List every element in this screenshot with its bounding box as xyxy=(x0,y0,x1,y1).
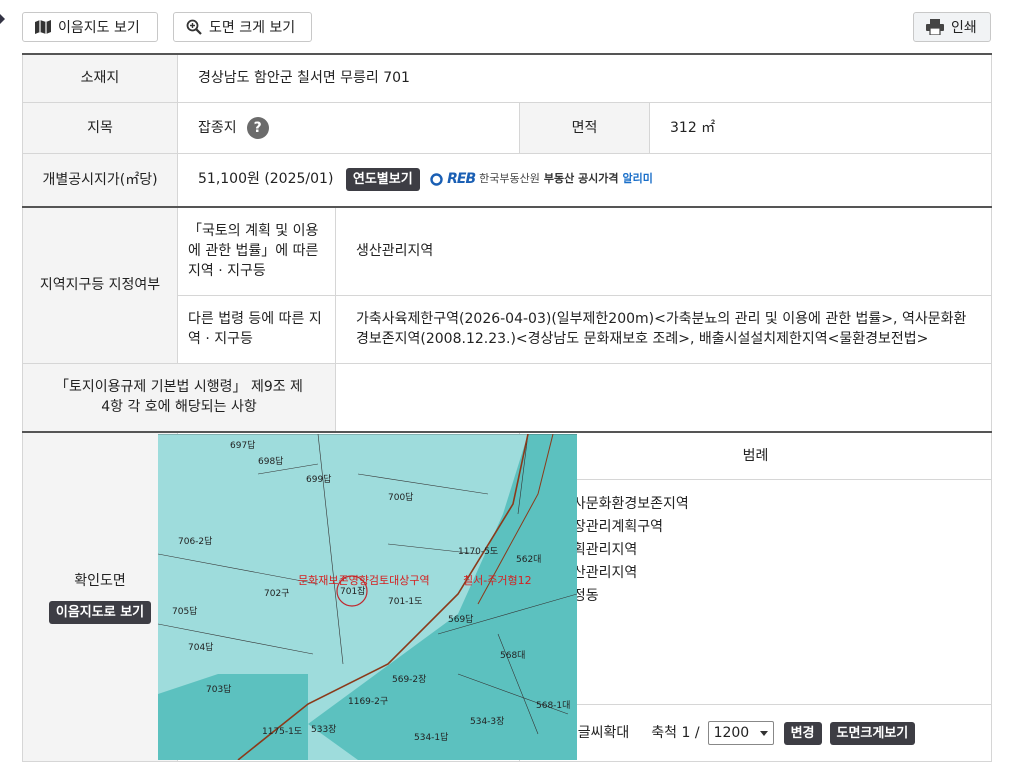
parcel-label: 705답 xyxy=(172,605,197,617)
zoning-label: 지역지구등 지정여부 xyxy=(22,206,178,364)
reb-logo-icon xyxy=(430,173,443,186)
yearly-view-button[interactable]: 연도별보기 xyxy=(345,168,420,192)
legend-item: 법정동 xyxy=(540,584,971,607)
print-button[interactable]: 인쇄 xyxy=(913,12,991,42)
enforcement-value xyxy=(334,362,993,433)
area-value: 312 ㎡ xyxy=(648,101,993,154)
map-view-label: 이음지도 보기 xyxy=(58,20,140,36)
parcel-label: 701-1도 xyxy=(388,597,422,607)
parcel-label: 704답 xyxy=(188,641,213,653)
area-label: 면적 xyxy=(519,101,650,154)
parcel-label: 699답 xyxy=(306,473,331,485)
scale-change-button[interactable]: 변경 xyxy=(783,721,822,745)
parcel-label: 700답 xyxy=(388,491,413,503)
reb-org: 한국부동산원 xyxy=(479,172,540,186)
location-row: 소재지 경상남도 함안군 칠서면 무릉리 701 xyxy=(22,53,993,103)
jimok-value: 잡종지 xyxy=(198,119,237,136)
overlay-label-residential: 칠서-주거형12 xyxy=(463,574,532,587)
price-label: 개별공시지가(㎡당) xyxy=(22,152,178,208)
ieum-map-button[interactable]: 이음지도로 보기 xyxy=(48,600,152,624)
parcel-label: 569답 xyxy=(448,613,473,625)
enforcement-row: 「토지이용규제 기본법 시행령」 제9조 제4항 각 호에 해당되는 사항 xyxy=(22,362,993,433)
jimok-row: 지목 잡종지? 면적 312 ㎡ xyxy=(22,101,993,154)
current-row-pointer-icon xyxy=(0,14,5,24)
law1-label: 「국토의 계획 및 이용에 관한 법률」에 따른 지역 · 지구등 xyxy=(177,206,336,296)
scale-select[interactable]: 1200 xyxy=(707,721,774,745)
printer-icon xyxy=(926,19,944,35)
parcel-label: 568대 xyxy=(500,650,525,661)
legend-title: 범례 xyxy=(520,433,992,480)
parcel-label: 702구 xyxy=(264,588,289,599)
map-view-button[interactable]: 이음지도 보기 xyxy=(22,12,158,42)
map-controls: 작은글씨확대 축척 1 / 1200 변경 도면크게보기 xyxy=(520,704,992,761)
map-label: 확인도면 xyxy=(74,572,126,589)
parcel-label: 568-1대 xyxy=(536,700,570,711)
price-value: 51,100원 (2025/01) xyxy=(198,171,334,188)
reb-service-a: 부동산 공시가격 xyxy=(543,172,619,186)
chevron-down-icon xyxy=(759,730,768,736)
price-row: 개별공시지가(㎡당) 51,100원 (2025/01) 연도별보기 REB 한… xyxy=(22,152,993,208)
map-canvas: 697답698답699답700답701잡702구703답704답705답706-… xyxy=(157,433,578,761)
legend-panel: 범례 역사문화환경보존지역성장관리계획구역 계획관리지역 생산관리지역 법정동 작은글… xyxy=(520,433,992,761)
legend-cell: 범례 역사문화환경보존지역성장관리계획구역 계획관리지역 생산관리지역 법정동 작은글… xyxy=(518,431,993,762)
map-icon xyxy=(35,20,51,34)
parcel-label: 1175-1도 xyxy=(262,727,302,737)
cadastral-map[interactable]: 697답 698답 699답 700답 701잡 702구 703답 704답 705답 706-… xyxy=(157,433,578,761)
location-label: 소재지 xyxy=(22,53,178,103)
zoom-drawing-label: 도면 크게 보기 xyxy=(209,20,296,36)
jimok-cell: 잡종지? xyxy=(177,101,520,154)
parcel-label: 534-1답 xyxy=(414,731,448,743)
enlarge-drawing-button[interactable]: 도면크게보기 xyxy=(829,721,916,745)
parcel-label: 1169-2구 xyxy=(348,696,388,707)
reb-notice-link[interactable]: REB 한국부동산원 부동산 공시가격 알리미 xyxy=(430,169,653,189)
law2-label: 다른 법령 등에 따른 지역 · 지구등 xyxy=(177,294,336,364)
enforcement-label: 「토지이용규제 기본법 시행령」 제9조 제4항 각 호에 해당되는 사항 xyxy=(22,362,336,433)
parcel-label: 698답 xyxy=(258,455,283,467)
legend-item: 계획관리지역 xyxy=(540,538,971,561)
legend-item: 생산관리지역 xyxy=(540,561,971,584)
law1-value: 생산관리지역 xyxy=(334,206,993,296)
parcel-label: 533장 xyxy=(311,724,336,735)
parcel-label: 706-2답 xyxy=(178,535,212,547)
location-value: 경상남도 함안군 칠서면 무릉리 701 xyxy=(176,53,993,103)
legend-item: 역사문화환경보존지역 xyxy=(540,492,971,515)
overlay-label-cultural: 문화재보존영향검토대상구역 xyxy=(298,574,430,587)
reb-service-b: 알리미 xyxy=(622,172,653,186)
zoom-in-icon xyxy=(186,19,202,35)
reb-logo-text: REB xyxy=(447,171,476,188)
parcel-label: 569-2장 xyxy=(392,674,426,685)
legend-label: 역사문화환경보존지역 xyxy=(560,495,689,512)
parcel-label: 697답 xyxy=(230,439,255,451)
parcel-label: 562대 xyxy=(516,554,541,565)
scale-value: 1200 xyxy=(713,725,750,741)
print-label: 인쇄 xyxy=(951,20,977,36)
scale-label: 축척 1 / xyxy=(651,725,700,741)
law2-value: 가축사육제한구역(2026-04-03)(일부제한200m)<가축분뇨의 관리 … xyxy=(334,294,993,364)
jimok-label: 지목 xyxy=(22,101,178,154)
parcel-label: 534-3장 xyxy=(470,716,504,727)
legend-item: 성장관리계획구역 xyxy=(540,515,971,538)
legend-list: 역사문화환경보존지역성장관리계획구역 계획관리지역 생산관리지역 법정동 xyxy=(520,480,991,619)
price-cell: 51,100원 (2025/01) 연도별보기 REB 한국부동산원 부동산 공… xyxy=(176,152,993,208)
help-icon[interactable]: ? xyxy=(246,116,269,139)
parcel-label: 1170-5도 xyxy=(458,547,498,557)
parcel-label: 703답 xyxy=(206,683,231,695)
zoning-row-1: 지역지구등 지정여부 「국토의 계획 및 이용에 관한 법률」에 따른 지역 ·… xyxy=(22,206,993,364)
zoom-drawing-button[interactable]: 도면 크게 보기 xyxy=(173,12,312,42)
map-label-cell: 확인도면 이음지도로 보기 xyxy=(22,431,178,762)
